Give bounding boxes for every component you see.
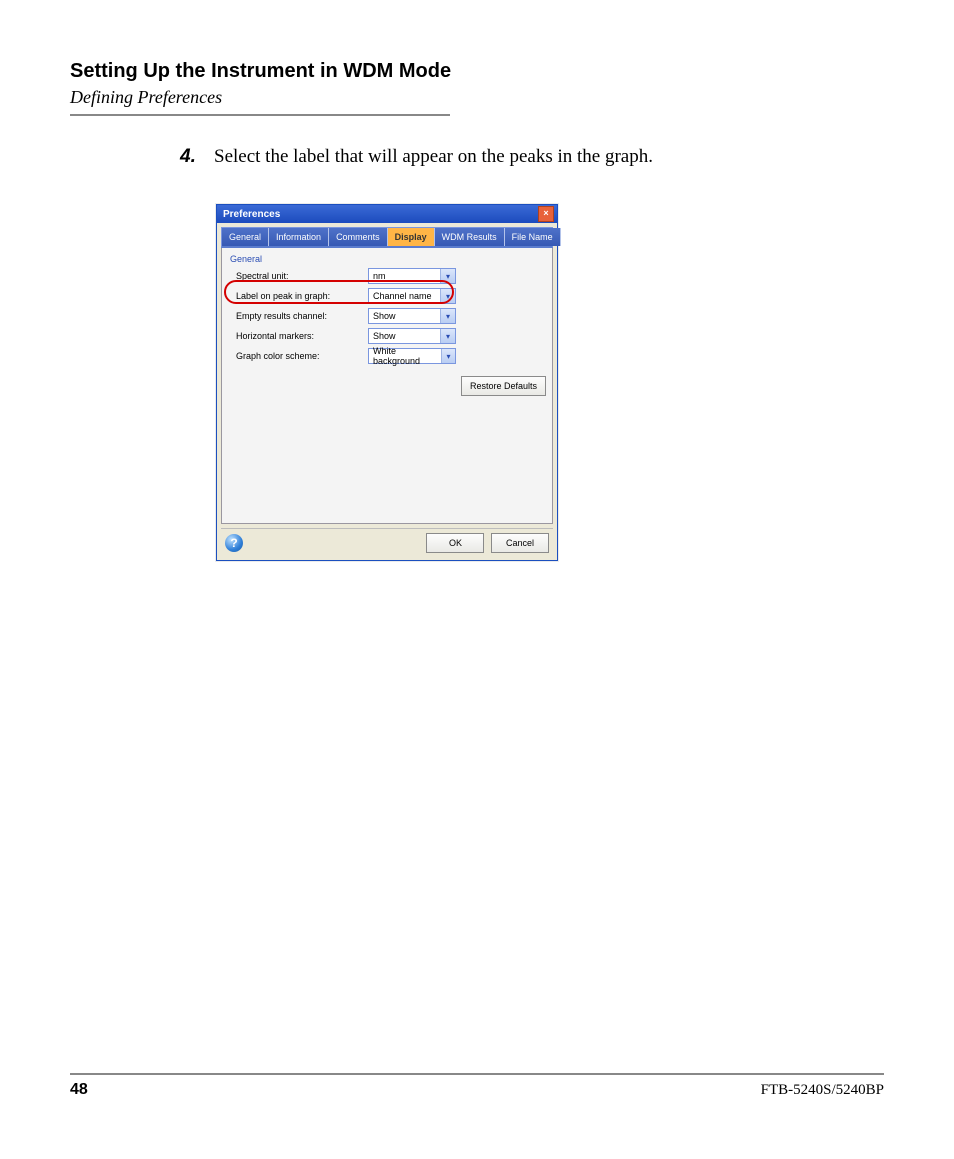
close-icon[interactable]: ×	[538, 206, 554, 222]
chevron-down-icon: ▾	[441, 349, 455, 363]
restore-defaults-wrap: Restore Defaults	[461, 376, 546, 396]
select-value: Channel name	[373, 291, 432, 301]
row-horizontal-markers: Horizontal markers: Show ▾	[228, 326, 546, 346]
select-value: nm	[373, 271, 386, 281]
model-number: FTB-5240S/5240BP	[761, 1082, 884, 1099]
tabstrip: General Information Comments Display WDM…	[221, 227, 553, 248]
tab-general[interactable]: General	[222, 228, 269, 246]
section-heading: Setting Up the Instrument in WDM Mode	[70, 60, 884, 83]
label-horizontal-markers: Horizontal markers:	[230, 331, 368, 341]
label-spectral-unit: Spectral unit:	[230, 271, 368, 281]
heading-rule	[70, 114, 450, 116]
label-label-on-peak: Label on peak in graph:	[230, 291, 368, 301]
section-subheading: Defining Preferences	[70, 87, 884, 108]
chevron-down-icon: ▾	[440, 329, 455, 343]
instruction-step: 4. Select the label that will appear on …	[180, 146, 884, 168]
select-empty-results[interactable]: Show ▾	[368, 308, 456, 324]
row-empty-results: Empty results channel: Show ▾	[228, 306, 546, 326]
select-spectral-unit[interactable]: nm ▾	[368, 268, 456, 284]
display-panel: General Spectral unit: nm ▾ Label on pea…	[221, 248, 553, 524]
chevron-down-icon: ▾	[440, 269, 455, 283]
label-color-scheme: Graph color scheme:	[230, 351, 368, 361]
select-value: White background	[373, 346, 441, 366]
select-value: Show	[373, 311, 396, 321]
label-empty-results: Empty results channel:	[230, 311, 368, 321]
restore-defaults-button[interactable]: Restore Defaults	[461, 376, 546, 396]
step-text: Select the label that will appear on the…	[214, 146, 653, 168]
dialog-buttons: OK Cancel	[426, 533, 549, 553]
dialog-titlebar: Preferences ×	[217, 205, 557, 223]
chevron-down-icon: ▾	[440, 309, 455, 323]
tab-file-name[interactable]: File Name	[505, 228, 561, 246]
tab-display[interactable]: Display	[388, 228, 435, 246]
group-title: General	[230, 254, 546, 264]
dialog-title: Preferences	[223, 209, 280, 220]
select-color-scheme[interactable]: White background ▾	[368, 348, 456, 364]
row-spectral-unit: Spectral unit: nm ▾	[228, 266, 546, 286]
page-number: 48	[70, 1081, 88, 1099]
help-icon[interactable]: ?	[225, 534, 243, 552]
cancel-button[interactable]: Cancel	[491, 533, 549, 553]
select-horizontal-markers[interactable]: Show ▾	[368, 328, 456, 344]
select-value: Show	[373, 331, 396, 341]
dialog-footer: ? OK Cancel	[221, 528, 553, 556]
row-color-scheme: Graph color scheme: White background ▾	[228, 346, 546, 366]
preferences-dialog: Preferences × General Information Commen…	[216, 204, 558, 561]
ok-button[interactable]: OK	[426, 533, 484, 553]
tab-information[interactable]: Information	[269, 228, 329, 246]
select-label-on-peak[interactable]: Channel name ▾	[368, 288, 456, 304]
tab-wdm-results[interactable]: WDM Results	[435, 228, 505, 246]
chevron-down-icon: ▾	[440, 289, 455, 303]
row-label-on-peak: Label on peak in graph: Channel name ▾	[228, 286, 546, 306]
page-footer: 48 FTB-5240S/5240BP	[70, 1073, 884, 1099]
step-number: 4.	[180, 146, 214, 168]
footer-rule	[70, 1073, 884, 1075]
document-page: Setting Up the Instrument in WDM Mode De…	[0, 0, 954, 1159]
tab-comments[interactable]: Comments	[329, 228, 388, 246]
